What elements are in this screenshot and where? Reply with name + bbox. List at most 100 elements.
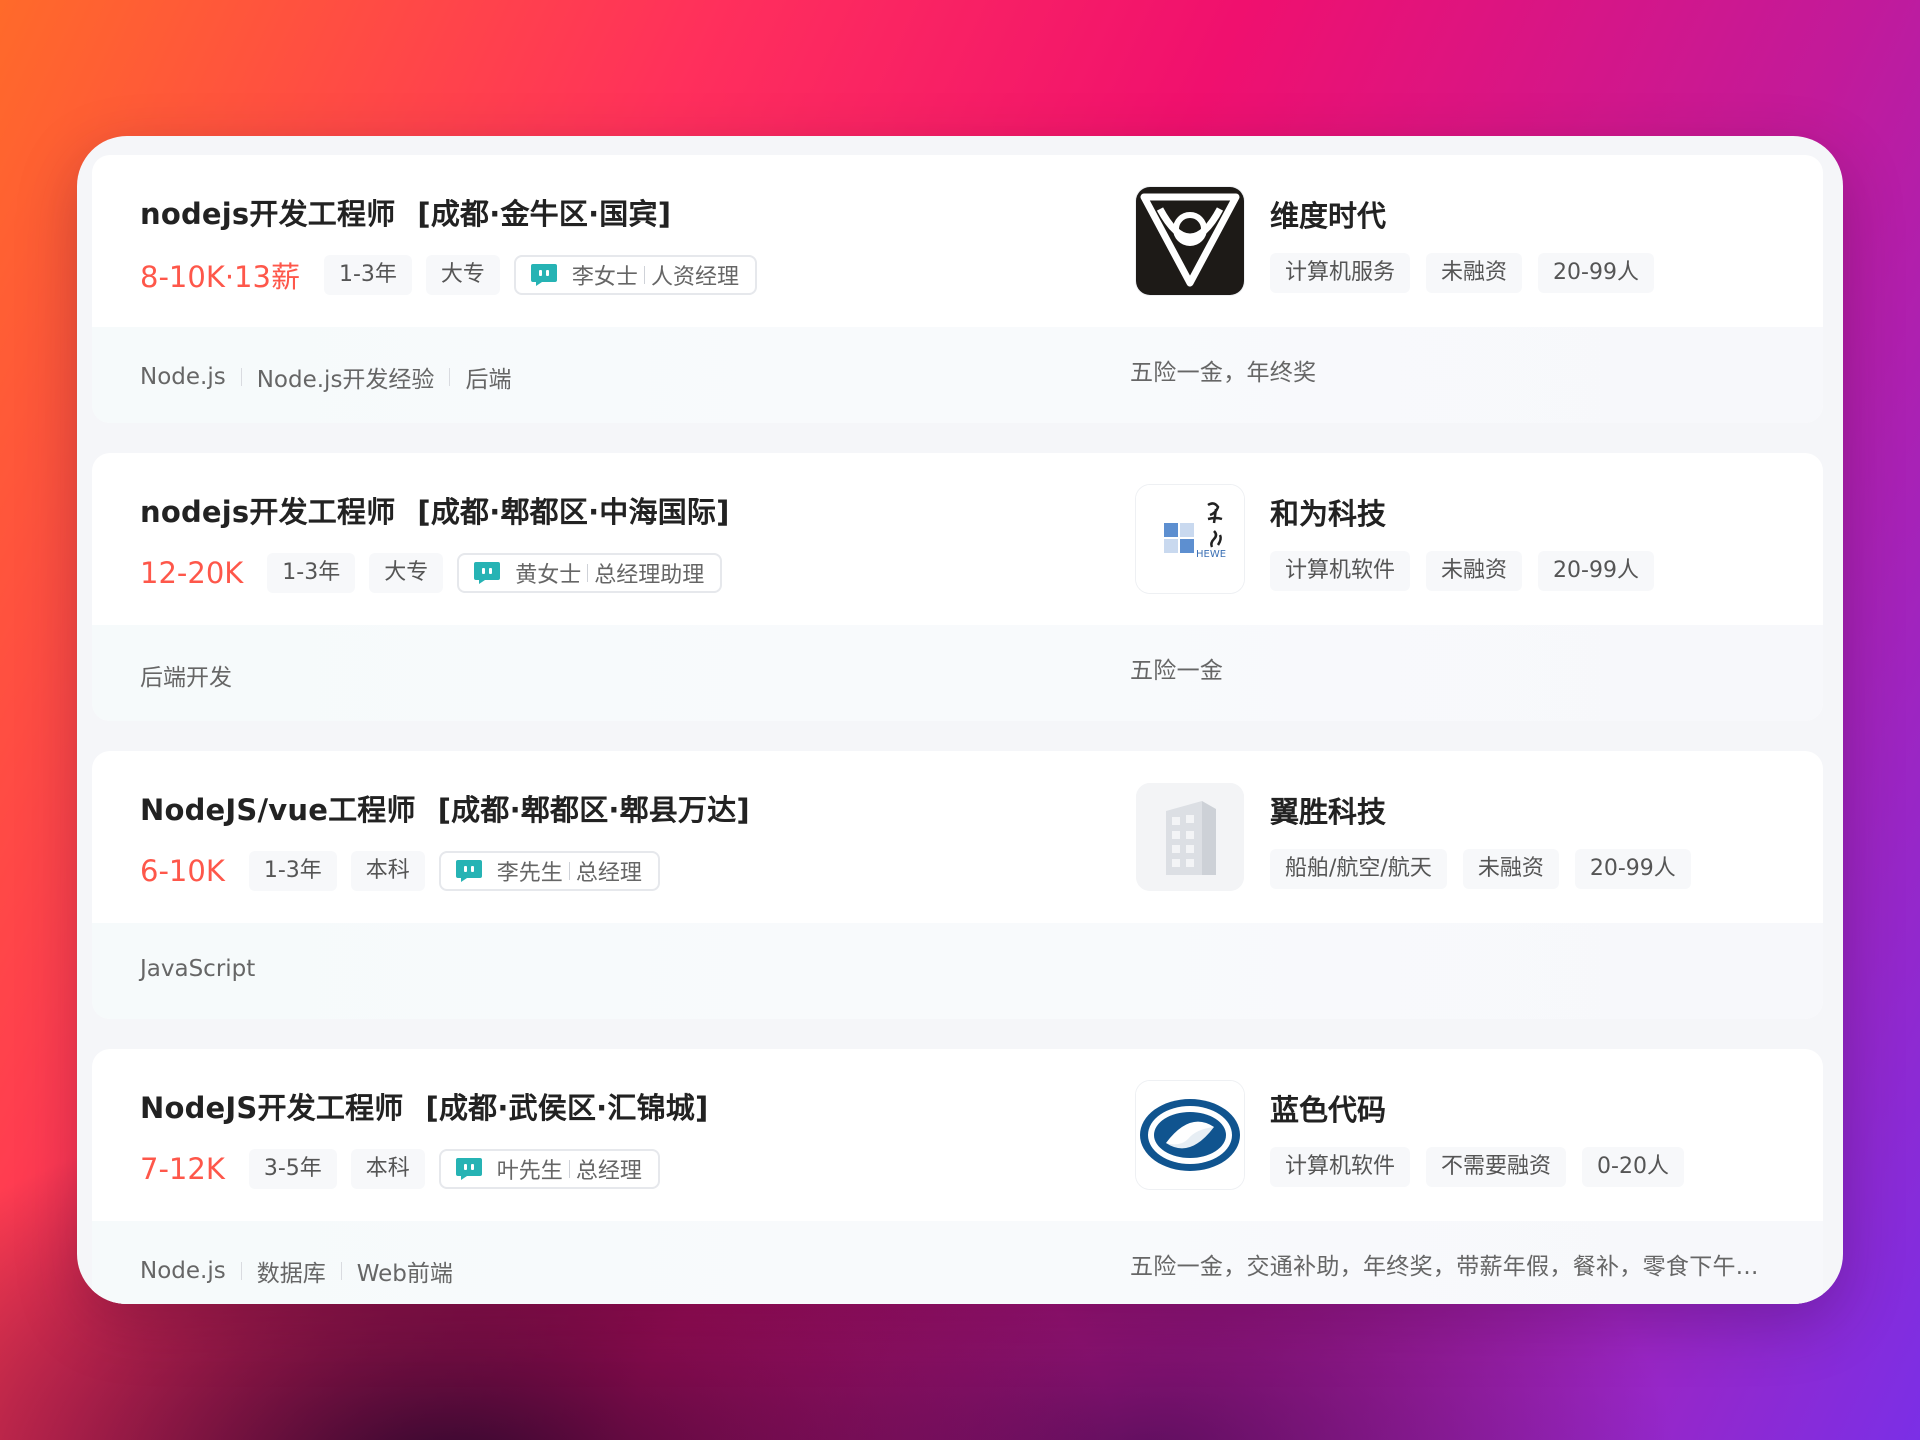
job-title[interactable]: nodejs开发工程师 [成都·郫都区·中海国际]: [140, 489, 730, 531]
company-industry-tag: 计算机软件: [1270, 551, 1411, 591]
job-title[interactable]: NodeJS开发工程师 [成都·武侯区·汇锦城]: [140, 1085, 708, 1127]
company-industry-tag: 计算机软件: [1270, 1147, 1411, 1187]
company-tags: 计算机服务 未融资 20-99人: [1270, 253, 1654, 293]
skill-tags: JavaScript: [140, 956, 255, 982]
salary: 7-12K: [140, 1152, 225, 1186]
chat-icon: [474, 562, 501, 584]
divider: [240, 368, 242, 386]
divider: [587, 564, 589, 582]
job-list-panel: nodejs开发工程师 [成都·金牛区·国宾] 8-10K·13薪 1-3年 大专…: [77, 136, 1843, 1304]
skill-tag: JavaScript: [140, 956, 256, 982]
recruiter-chat-button[interactable]: 叶先生 总经理: [438, 1149, 660, 1189]
job-card[interactable]: NodeJS/vue工程师 [成都·郫都区·郫县万达] 6-10K 1-3年 本科…: [92, 751, 1823, 1019]
company-funding-tag: 不需要融资: [1426, 1147, 1567, 1187]
company-name[interactable]: 翼胜科技: [1270, 789, 1386, 831]
job-card-footer: JavaScript: [92, 923, 1823, 1019]
building-placeholder-icon: [1136, 783, 1244, 891]
job-title[interactable]: nodejs开发工程师 [成都·金牛区·国宾]: [140, 191, 671, 233]
job-location: [成都·金牛区·国宾]: [417, 197, 672, 231]
company-name[interactable]: 维度时代: [1270, 193, 1386, 235]
company-logo[interactable]: [1136, 783, 1244, 891]
experience-tag: 1-3年: [323, 255, 412, 295]
job-card-header: NodeJS/vue工程师 [成都·郫都区·郫县万达] 6-10K 1-3年 本科…: [92, 751, 1823, 923]
skill-tag: Node.js开发经验: [256, 367, 435, 393]
company-name[interactable]: 和为科技: [1270, 491, 1386, 533]
divider: [240, 1262, 242, 1280]
chat-icon: [455, 1158, 482, 1180]
recruiter-role: 总经理: [575, 861, 642, 886]
weidu-logo-icon: [1136, 187, 1244, 295]
company-benefits: 五险一金，交通补助，年终奖，带薪年假，餐补，零食下午...: [1130, 1254, 1759, 1280]
recruiter-name: 黄女士: [515, 563, 582, 588]
company-logo[interactable]: HEWE: [1136, 485, 1244, 593]
job-card-footer: Node.js 数据库 Web前端 五险一金，交通补助，年终奖，带薪年假，餐补，零食…: [92, 1221, 1823, 1304]
skill-tags: Node.js 数据库 Web前端: [140, 1254, 453, 1288]
education-tag: 本科: [350, 1149, 425, 1189]
salary: 8-10K·13薪: [140, 260, 300, 294]
job-card[interactable]: NodeJS开发工程师 [成都·武侯区·汇锦城] 7-12K 3-5年 本科 叶先…: [92, 1049, 1823, 1304]
company-tags: 船舶/航空/航天 未融资 20-99人: [1270, 849, 1691, 889]
job-title[interactable]: NodeJS/vue工程师 [成都·郫都区·郫县万达]: [140, 787, 750, 829]
divider: [568, 862, 570, 880]
skill-tags: Node.js Node.js开发经验 后端: [140, 360, 511, 394]
recruiter-name: 李女士: [571, 265, 638, 290]
recruiter-name: 叶先生: [496, 1159, 563, 1184]
job-meta: 12-20K 1-3年 大专 黄女士 总经理助理: [140, 553, 723, 593]
recruiter-role: 总经理: [575, 1159, 642, 1184]
job-meta: 6-10K 1-3年 本科 李先生 总经理: [140, 851, 660, 891]
job-location: [成都·郫都区·中海国际]: [417, 495, 730, 529]
job-meta: 7-12K 3-5年 本科 叶先生 总经理: [140, 1149, 660, 1189]
education-tag: 大专: [369, 553, 444, 593]
recruiter-chat-button[interactable]: 李先生 总经理: [438, 851, 660, 891]
company-logo[interactable]: [1136, 187, 1244, 295]
divider: [340, 1262, 342, 1280]
job-card-header: nodejs开发工程师 [成都·金牛区·国宾] 8-10K·13薪 1-3年 大专…: [92, 155, 1823, 327]
recruiter-chat-button[interactable]: 黄女士 总经理助理: [457, 553, 723, 593]
company-name[interactable]: 蓝色代码: [1270, 1087, 1386, 1129]
company-tags: 计算机软件 不需要融资 0-20人: [1270, 1147, 1684, 1187]
divider: [568, 1160, 570, 1178]
skill-tag: Node.js: [140, 1258, 226, 1284]
experience-tag: 1-3年: [248, 851, 337, 891]
company-benefits: 五险一金，年终奖: [1130, 360, 1317, 386]
skill-tag: 后端: [465, 367, 512, 393]
recruiter-role: 总经理助理: [594, 563, 705, 588]
education-tag: 大专: [425, 255, 500, 295]
hewei-logo-icon: HEWE: [1136, 485, 1244, 593]
company-size-tag: 0-20人: [1582, 1147, 1684, 1187]
company-funding-tag: 未融资: [1426, 551, 1523, 591]
company-size-tag: 20-99人: [1538, 253, 1654, 293]
job-card-header: NodeJS开发工程师 [成都·武侯区·汇锦城] 7-12K 3-5年 本科 叶先…: [92, 1049, 1823, 1221]
lanse-logo-icon: [1136, 1081, 1244, 1189]
recruiter-chat-button[interactable]: 李女士 人资经理: [513, 255, 757, 295]
experience-tag: 1-3年: [267, 553, 356, 593]
job-location: [成都·武侯区·汇锦城]: [425, 1091, 709, 1125]
salary: 6-10K: [140, 854, 225, 888]
job-card[interactable]: nodejs开发工程师 [成都·郫都区·中海国际] 12-20K 1-3年 大专 …: [92, 453, 1823, 721]
skill-tag: 数据库: [256, 1261, 326, 1287]
job-meta: 8-10K·13薪 1-3年 大专 李女士 人资经理: [140, 255, 757, 295]
company-industry-tag: 船舶/航空/航天: [1270, 849, 1447, 889]
job-card-header: nodejs开发工程师 [成都·郫都区·中海国际] 12-20K 1-3年 大专 …: [92, 453, 1823, 625]
company-size-tag: 20-99人: [1538, 551, 1654, 591]
company-size-tag: 20-99人: [1574, 849, 1691, 889]
job-card-footer: Node.js Node.js开发经验 后端 五险一金，年终奖: [92, 327, 1823, 423]
experience-tag: 3-5年: [248, 1149, 337, 1189]
company-logo[interactable]: [1136, 1081, 1244, 1189]
chat-icon: [530, 264, 557, 286]
skill-tag: 后端开发: [140, 665, 232, 691]
job-location: [成都·郫都区·郫县万达]: [437, 793, 750, 827]
job-card-footer: 后端开发 五险一金: [92, 625, 1823, 721]
recruiter-name: 李先生: [496, 861, 563, 886]
job-card[interactable]: nodejs开发工程师 [成都·金牛区·国宾] 8-10K·13薪 1-3年 大专…: [92, 155, 1823, 423]
company-funding-tag: 未融资: [1462, 849, 1559, 889]
salary: 12-20K: [140, 556, 244, 590]
skill-tags: 后端开发: [140, 658, 232, 692]
job-title-text: nodejs开发工程师: [140, 495, 396, 529]
divider: [449, 368, 451, 386]
job-title-text: nodejs开发工程师: [140, 197, 396, 231]
chat-icon: [455, 860, 482, 882]
skill-tag: Node.js: [140, 364, 226, 390]
company-tags: 计算机软件 未融资 20-99人: [1270, 551, 1654, 591]
job-title-text: NodeJS/vue工程师: [140, 793, 416, 827]
